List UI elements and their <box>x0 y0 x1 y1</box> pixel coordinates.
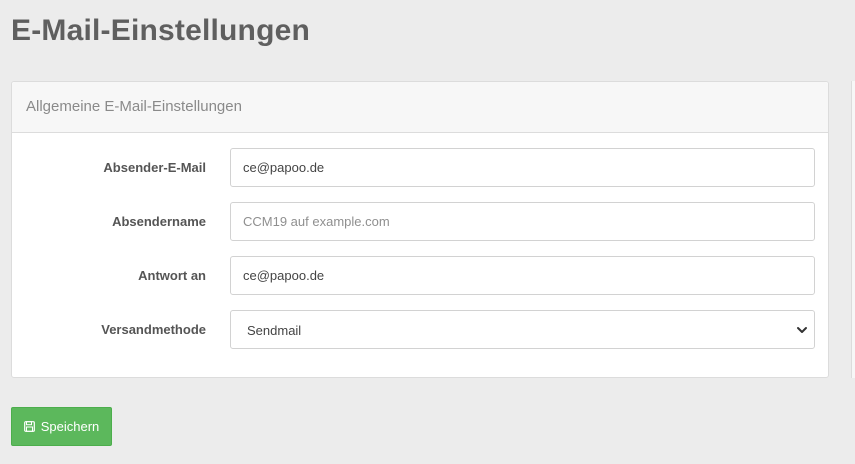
adjacent-panel-edge <box>851 81 855 378</box>
sender-email-label: Absender-E-Mail <box>103 160 206 175</box>
form-row-send-method: Versandmethode Sendmail <box>12 310 828 349</box>
save-button-label: Speichern <box>40 419 100 434</box>
form-row-reply-to: Antwort an <box>12 256 828 295</box>
floppy-disk-icon <box>23 421 35 432</box>
chevron-down-icon <box>797 327 807 333</box>
form-row-sender-email: Absender-E-Mail <box>12 148 828 187</box>
form-row-sender-name: Absendername <box>12 202 828 241</box>
save-button[interactable]: Speichern <box>11 407 112 446</box>
send-method-selected-value: Sendmail <box>247 323 302 338</box>
send-method-select[interactable]: Sendmail <box>230 310 815 349</box>
sender-email-input[interactable] <box>230 148 815 187</box>
panel-heading: Allgemeine E-Mail-Einstellungen <box>12 82 828 133</box>
sender-name-input[interactable] <box>230 202 815 241</box>
general-email-settings-panel: Allgemeine E-Mail-Einstellungen Absender… <box>11 81 829 378</box>
sender-name-label: Absendername <box>112 214 206 229</box>
reply-to-label: Antwort an <box>138 268 206 283</box>
page-title: E-Mail-Einstellungen <box>11 14 311 47</box>
send-method-label: Versandmethode <box>101 322 206 337</box>
reply-to-input[interactable] <box>230 256 815 295</box>
